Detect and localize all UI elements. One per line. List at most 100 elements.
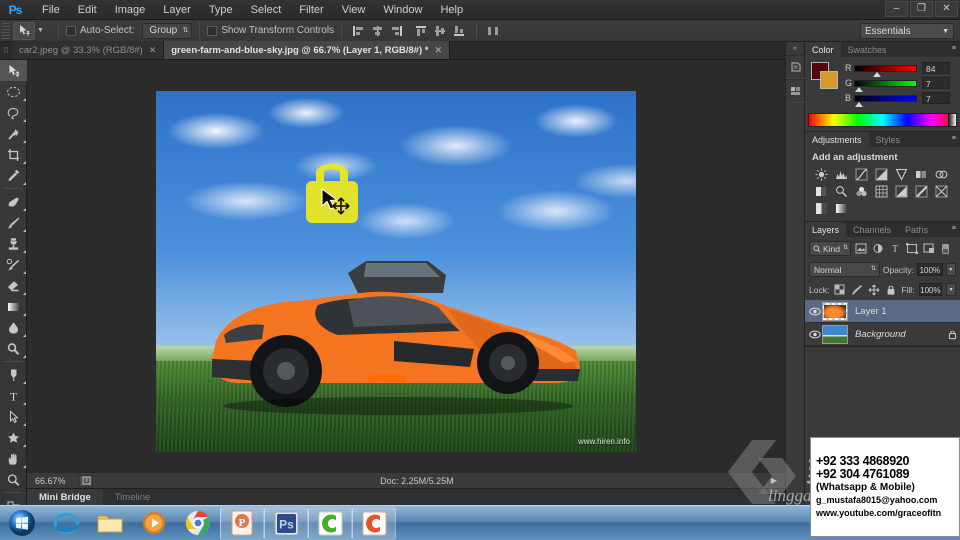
workspace-dropdown[interactable]: Essentials ▼ bbox=[860, 23, 954, 39]
healing-brush-tool[interactable] bbox=[0, 191, 27, 212]
tab-mini-bridge[interactable]: Mini Bridge bbox=[27, 488, 103, 506]
color-slider-red[interactable]: R 84 bbox=[845, 62, 954, 77]
magic-wand-tool[interactable] bbox=[0, 123, 27, 144]
crop-tool[interactable] bbox=[0, 144, 27, 165]
move-tool-icon[interactable] bbox=[13, 21, 35, 40]
color-panel-swatches[interactable] bbox=[811, 62, 838, 89]
photoshop-icon[interactable]: Ps bbox=[264, 506, 308, 540]
exposure-icon[interactable] bbox=[873, 167, 890, 182]
filter-adjustment-icon[interactable] bbox=[870, 241, 885, 256]
document-tab-green-farm[interactable]: green-farm-and-blue-sky.jpg @ 66.7% (Lay… bbox=[164, 41, 451, 59]
canvas-work-area[interactable]: www.hiren.info bbox=[27, 60, 785, 472]
menu-item-type[interactable]: Type bbox=[200, 1, 242, 19]
brush-tool[interactable] bbox=[0, 212, 27, 233]
close-icon[interactable]: ✕ bbox=[149, 45, 157, 56]
restore-button[interactable]: ❐ bbox=[910, 1, 933, 17]
google-chrome-icon[interactable] bbox=[176, 507, 220, 540]
tab-adjustments[interactable]: Adjustments bbox=[805, 132, 869, 147]
gradient-tool[interactable] bbox=[0, 296, 27, 317]
filter-smart-object-icon[interactable] bbox=[921, 241, 936, 256]
expand-panels-icon[interactable]: « bbox=[786, 42, 804, 55]
channel-mixer-icon[interactable] bbox=[853, 184, 870, 199]
distribute-icon[interactable] bbox=[485, 23, 502, 39]
shape-tool[interactable] bbox=[0, 427, 27, 448]
media-player-icon[interactable] bbox=[132, 507, 176, 540]
menu-item-image[interactable]: Image bbox=[106, 1, 155, 19]
layer-thumbnail[interactable] bbox=[822, 301, 848, 321]
green-slider-track[interactable] bbox=[854, 79, 917, 92]
lock-image-pixels-icon[interactable] bbox=[850, 282, 863, 297]
selective-color-icon[interactable] bbox=[813, 201, 830, 216]
options-bar-grip[interactable] bbox=[2, 22, 10, 39]
tab-swatches[interactable]: Swatches bbox=[841, 42, 894, 57]
align-right-edges-icon[interactable] bbox=[388, 23, 405, 39]
color-lookup-icon[interactable] bbox=[873, 184, 890, 199]
panel-menu-icon[interactable]: ≡ bbox=[952, 135, 956, 142]
blue-slider-thumb[interactable] bbox=[855, 101, 863, 107]
path-selection-tool[interactable] bbox=[0, 406, 27, 427]
type-tool[interactable]: T bbox=[0, 385, 27, 406]
history-panel-icon[interactable] bbox=[786, 55, 806, 79]
fill-stepper-button[interactable]: ▾ bbox=[946, 283, 957, 296]
pen-tool[interactable] bbox=[0, 364, 27, 385]
panel-menu-icon[interactable]: ≡ bbox=[952, 225, 956, 232]
mini-bridge-panel-icon[interactable] bbox=[786, 79, 806, 103]
color-balance-icon[interactable] bbox=[933, 167, 950, 182]
tab-paths[interactable]: Paths bbox=[898, 222, 935, 237]
threshold-icon[interactable] bbox=[933, 184, 950, 199]
blue-slider-track[interactable] bbox=[854, 94, 917, 107]
filter-type-icon[interactable]: T bbox=[887, 241, 902, 256]
tab-bar-grip[interactable]: ⁞⁞ bbox=[0, 41, 12, 59]
tab-color[interactable]: Color bbox=[805, 42, 841, 57]
black-white-icon[interactable] bbox=[813, 184, 830, 199]
document-tab-car2[interactable]: car2.jpeg @ 33.3% (RGB/8#) ✕ bbox=[12, 41, 165, 59]
invert-icon[interactable] bbox=[893, 184, 910, 199]
menu-item-select[interactable]: Select bbox=[242, 1, 291, 19]
gradient-map-icon[interactable] bbox=[833, 201, 850, 216]
layer-visibility-icon[interactable] bbox=[808, 330, 822, 339]
dodge-tool[interactable] bbox=[0, 338, 27, 359]
photo-filter-icon[interactable] bbox=[833, 184, 850, 199]
move-tool[interactable] bbox=[0, 60, 27, 81]
blue-value-field[interactable]: 7 bbox=[922, 92, 950, 104]
layer-thumbnail[interactable] bbox=[822, 324, 848, 344]
lasso-tool[interactable] bbox=[0, 102, 27, 123]
vibrance-icon[interactable] bbox=[893, 167, 910, 182]
layer-filter-kind-dropdown[interactable]: Kind ⇅ bbox=[809, 241, 851, 256]
layer-row-background[interactable]: Background bbox=[805, 323, 960, 346]
close-button[interactable]: ✕ bbox=[935, 1, 958, 17]
color-slider-green[interactable]: G 7 bbox=[845, 77, 954, 92]
fill-value-field[interactable]: 100% bbox=[918, 283, 943, 296]
color-background-swatch[interactable] bbox=[820, 71, 838, 89]
filter-toggle-icon[interactable] bbox=[938, 241, 953, 256]
red-slider-thumb[interactable] bbox=[873, 71, 881, 77]
minimize-button[interactable]: – bbox=[885, 1, 908, 17]
red-slider-track[interactable] bbox=[854, 64, 917, 77]
layer-visibility-icon[interactable] bbox=[808, 307, 822, 316]
filter-pixel-icon[interactable] bbox=[853, 241, 868, 256]
powerpoint-icon[interactable]: P bbox=[220, 506, 264, 540]
tab-channels[interactable]: Channels bbox=[846, 222, 898, 237]
color-slider-blue[interactable]: B 7 bbox=[845, 92, 954, 107]
camtasia-recorder-icon[interactable] bbox=[308, 506, 352, 540]
camtasia-studio-icon[interactable] bbox=[352, 506, 396, 540]
menu-item-help[interactable]: Help bbox=[431, 1, 472, 19]
green-slider-thumb[interactable] bbox=[855, 86, 863, 92]
tab-layers[interactable]: Layers bbox=[805, 222, 847, 237]
lock-all-icon[interactable] bbox=[884, 282, 897, 297]
layer-name[interactable]: Background bbox=[855, 329, 944, 340]
clone-stamp-tool[interactable] bbox=[0, 233, 27, 254]
curves-icon[interactable] bbox=[853, 167, 870, 182]
layer-name[interactable]: Layer 1 bbox=[855, 306, 960, 317]
align-left-edges-icon[interactable] bbox=[350, 23, 367, 39]
filter-shape-icon[interactable] bbox=[904, 241, 919, 256]
panel-menu-icon[interactable]: ≡ bbox=[952, 45, 956, 52]
hue-saturation-icon[interactable] bbox=[913, 167, 930, 182]
menu-item-filter[interactable]: Filter bbox=[290, 1, 332, 19]
menu-item-window[interactable]: Window bbox=[374, 1, 431, 19]
lock-transparent-pixels-icon[interactable] bbox=[833, 282, 846, 297]
lock-position-icon[interactable] bbox=[867, 282, 880, 297]
brightness-contrast-icon[interactable] bbox=[813, 167, 830, 182]
menu-item-view[interactable]: View bbox=[333, 1, 375, 19]
image-canvas[interactable]: www.hiren.info bbox=[156, 91, 636, 452]
